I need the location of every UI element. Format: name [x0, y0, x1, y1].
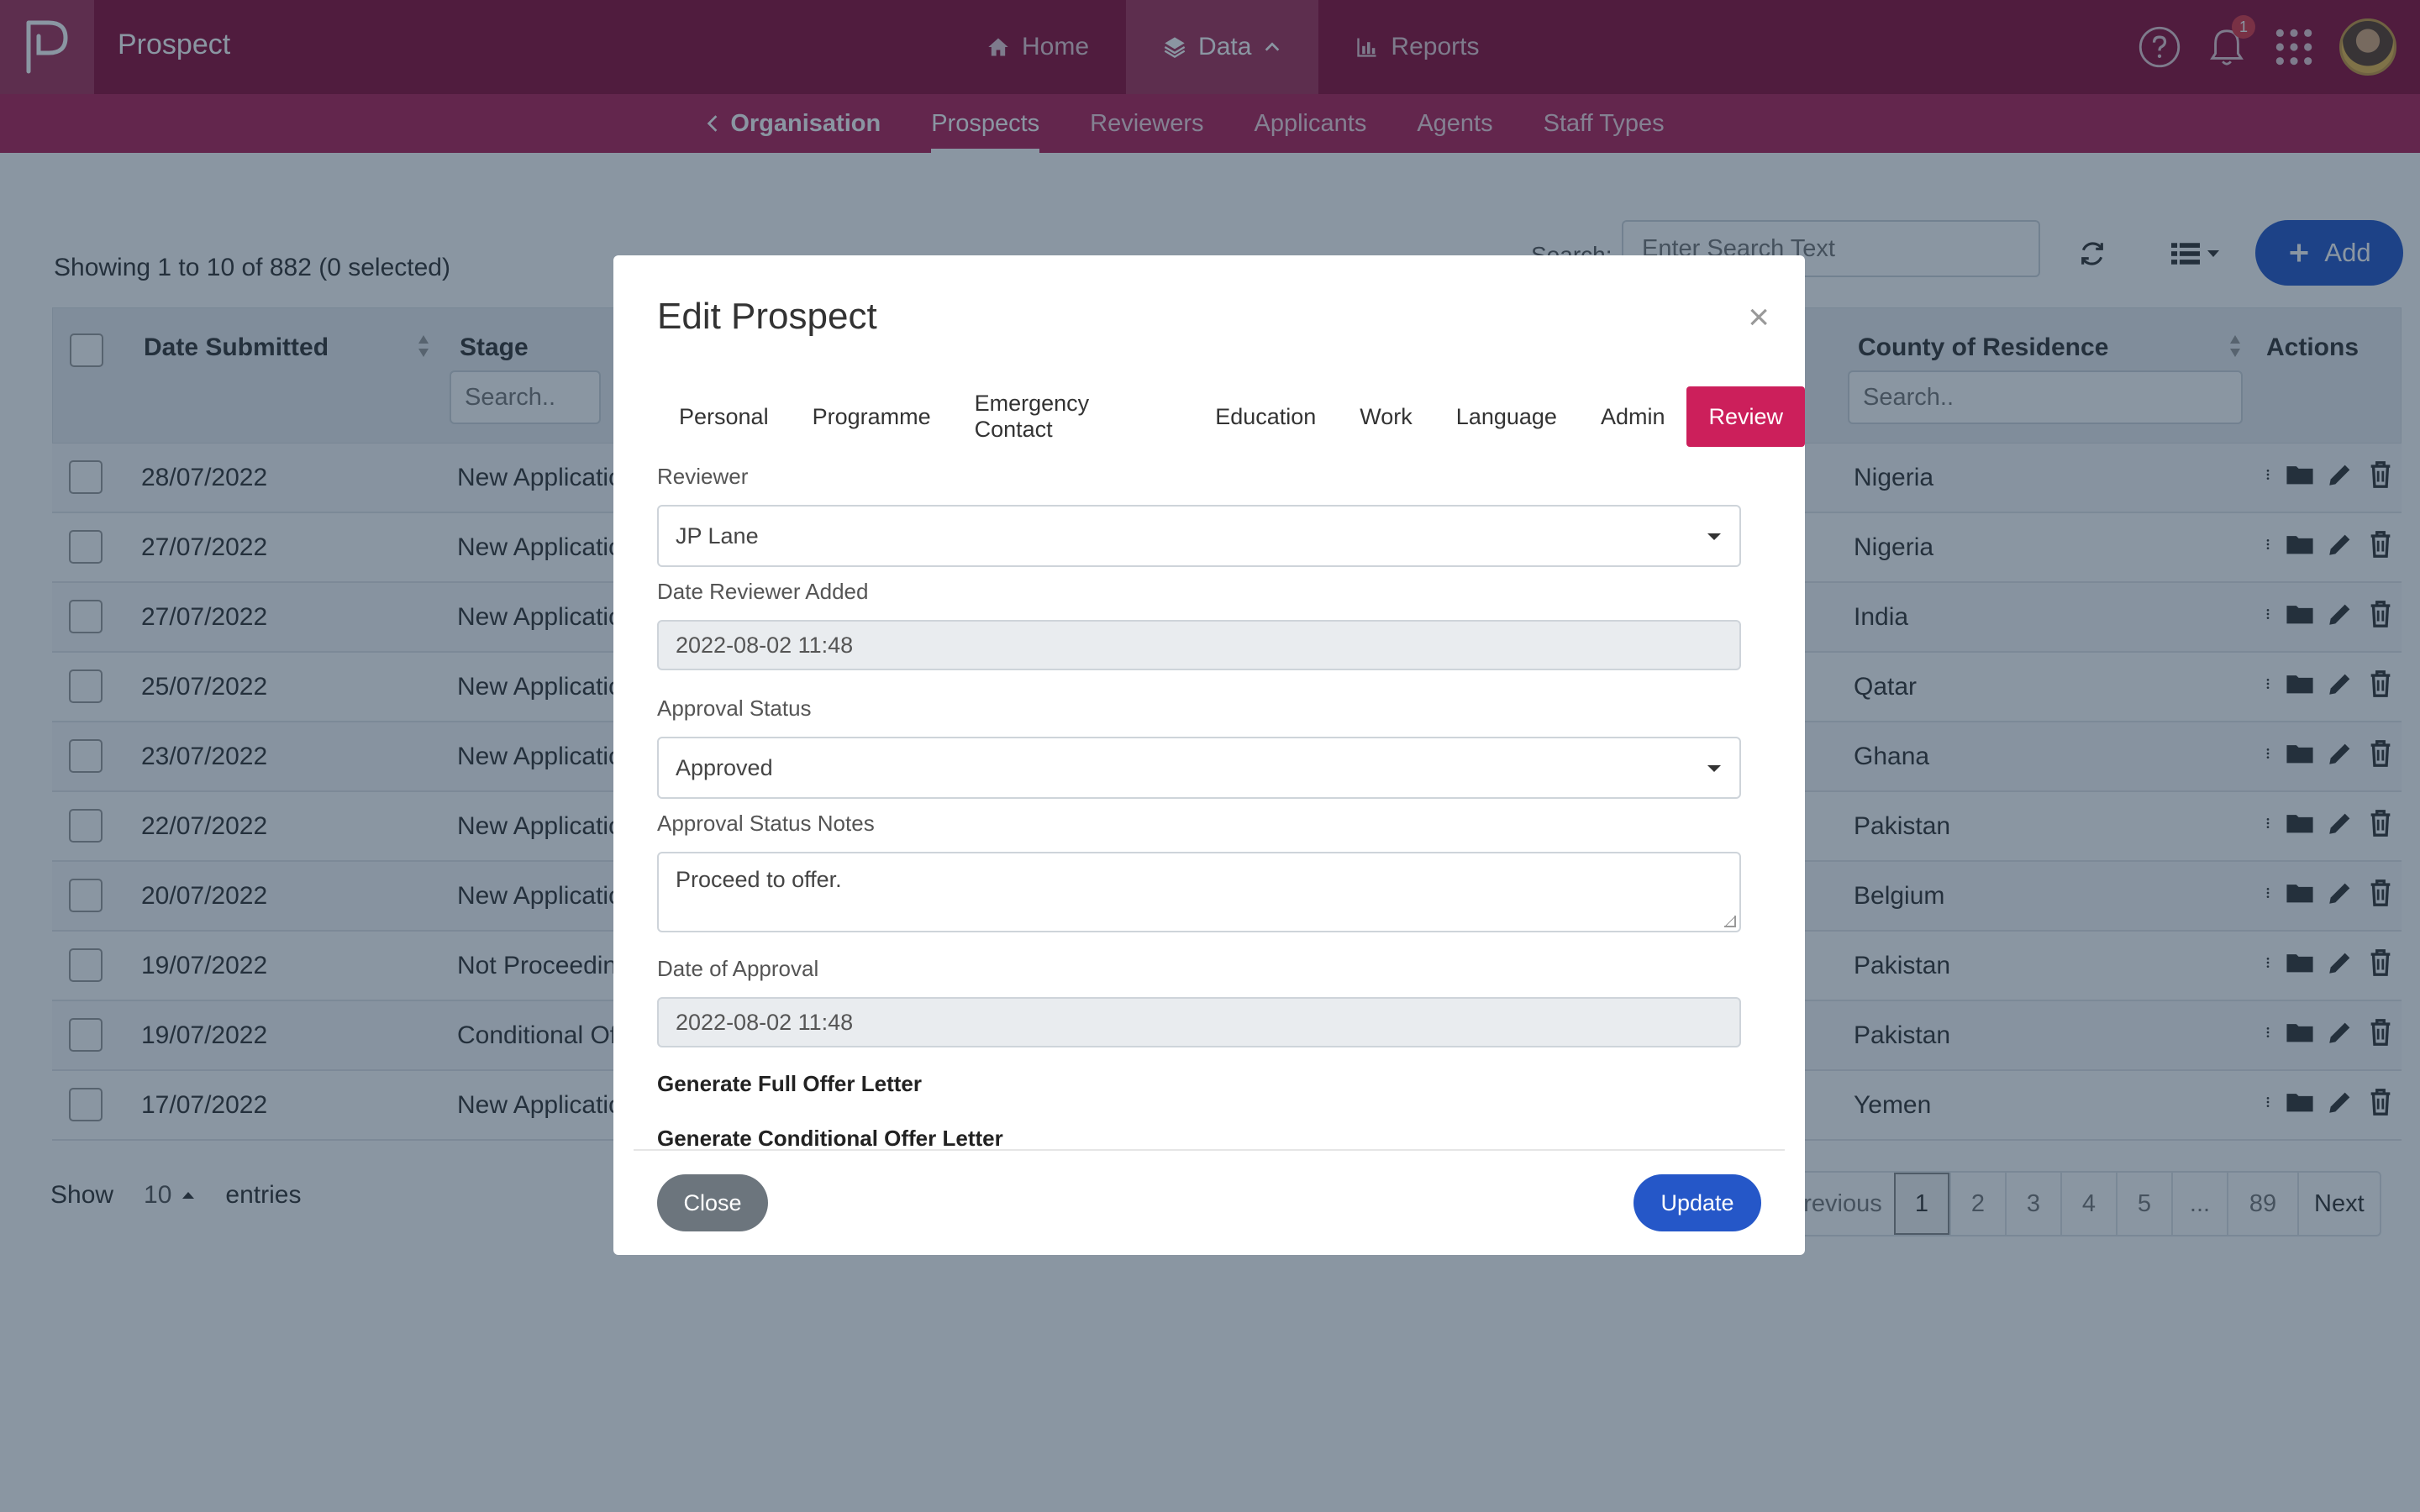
modal-title: Edit Prospect — [657, 296, 877, 337]
approval-status-value: Approved — [676, 754, 773, 780]
modal-footer-divider — [634, 1149, 1785, 1151]
tab-admin[interactable]: Admin — [1579, 386, 1687, 447]
resize-handle-icon[interactable] — [1724, 916, 1736, 927]
reviewer-select[interactable]: JP Lane — [657, 505, 1741, 567]
modal-close-icon[interactable]: × — [1748, 299, 1770, 336]
date-of-approval-label: Date of Approval — [657, 956, 819, 981]
generate-conditional-offer-link[interactable]: Generate Conditional Offer Letter — [657, 1126, 1741, 1152]
generate-full-offer-link[interactable]: Generate Full Offer Letter — [657, 1071, 1741, 1097]
date-reviewer-added-value: 2022-08-02 11:48 — [676, 632, 854, 658]
approval-notes-textarea[interactable]: Proceed to offer. — [657, 852, 1741, 932]
edit-prospect-modal: Edit Prospect × Personal Programme Emerg… — [613, 255, 1805, 1255]
approval-notes-label: Approval Status Notes — [657, 811, 875, 836]
date-reviewer-added-label: Date Reviewer Added — [657, 579, 869, 604]
close-button[interactable]: Close — [657, 1174, 768, 1231]
caret-down-icon — [1707, 533, 1721, 540]
date-reviewer-added-field: 2022-08-02 11:48 — [657, 620, 1741, 670]
tab-emergency-contact[interactable]: Emergency Contact — [953, 386, 1194, 447]
date-of-approval-value: 2022-08-02 11:48 — [676, 1009, 854, 1035]
review-form: Reviewer JP Lane Date Reviewer Added 202… — [657, 464, 1741, 1152]
approval-status-select[interactable]: Approved — [657, 737, 1741, 799]
tab-review[interactable]: Review — [1686, 386, 1805, 447]
tab-language[interactable]: Language — [1434, 386, 1579, 447]
reviewer-label: Reviewer — [657, 464, 749, 489]
tab-work[interactable]: Work — [1338, 386, 1434, 447]
tab-education[interactable]: Education — [1193, 386, 1338, 447]
date-of-approval-field: 2022-08-02 11:48 — [657, 997, 1741, 1047]
tab-programme[interactable]: Programme — [791, 386, 953, 447]
approval-notes-value: Proceed to offer. — [676, 867, 842, 892]
reviewer-value: JP Lane — [676, 522, 759, 549]
update-button[interactable]: Update — [1634, 1174, 1761, 1231]
tab-personal[interactable]: Personal — [657, 386, 791, 447]
modal-tabs: Personal Programme Emergency Contact Edu… — [657, 386, 1805, 447]
approval-status-label: Approval Status — [657, 696, 812, 721]
caret-down-icon — [1707, 765, 1721, 772]
